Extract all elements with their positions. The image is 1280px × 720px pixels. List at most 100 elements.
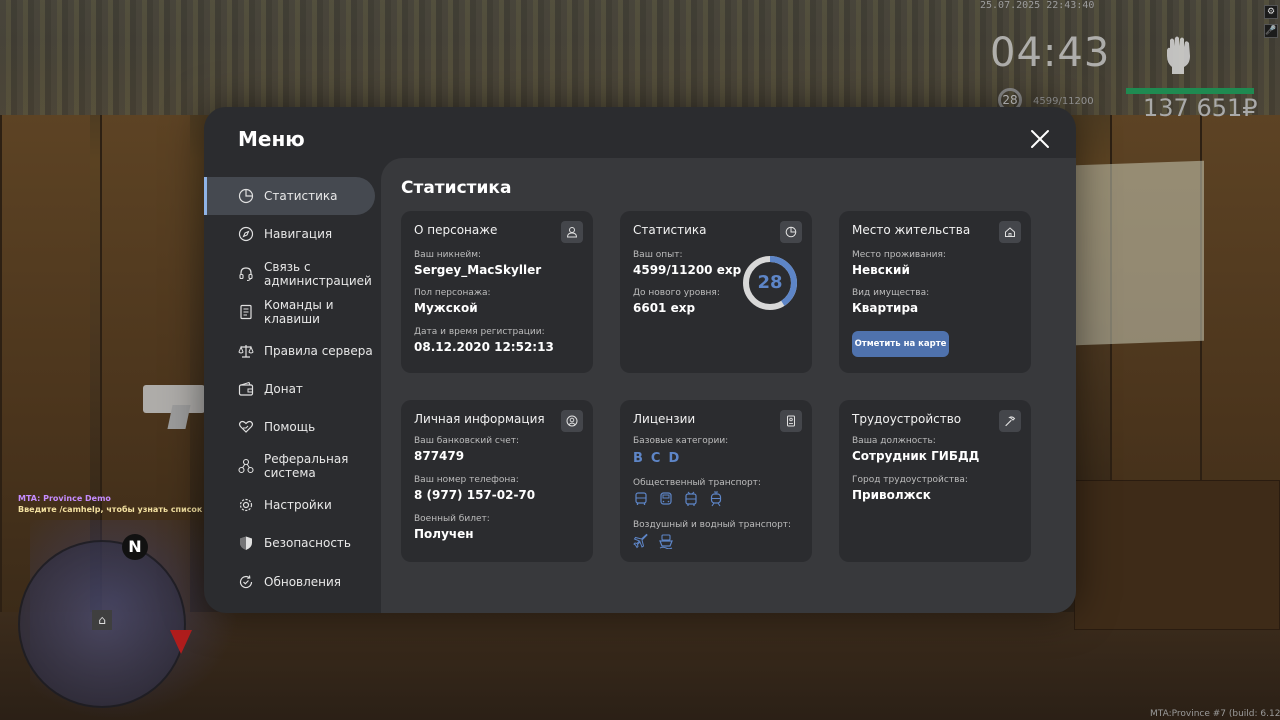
sidebar-item-label: Правила сервера: [264, 344, 373, 358]
sidebar-item-referral[interactable]: Реферальная система: [204, 447, 375, 485]
exp-value: 4599/11200 exp: [633, 263, 742, 277]
mic-icon[interactable]: 🎤: [1264, 24, 1278, 38]
position-value: Сотрудник ГИБДД: [852, 449, 980, 463]
gender-label: Пол персонажа:: [414, 288, 491, 298]
registration-label: Дата и время регистрации:: [414, 327, 545, 337]
level-number: 28: [757, 272, 783, 293]
next-level-label: До нового уровня:: [633, 288, 720, 298]
wooden-cabinet: [1074, 480, 1280, 630]
north-indicator: N: [122, 534, 148, 560]
sidebar-item-label: Обновления: [264, 575, 342, 589]
sidebar-item-label: Помощь: [264, 420, 316, 434]
employment-card: Трудоустройство Ваша должность: Сотрудни…: [839, 400, 1031, 562]
scales-icon: [238, 345, 254, 358]
gear-icon: [239, 498, 253, 512]
sidebar-item-navigation[interactable]: Навигация: [204, 215, 375, 253]
character-card: О персонаже Ваш никнейм: Sergey_MacSkyll…: [401, 211, 593, 373]
user-icon: [561, 221, 583, 243]
bank-label: Ваш банковский счет:: [414, 436, 520, 446]
sidebar-item-label: Безопасность: [264, 536, 351, 550]
stats-card: Статистика Ваш опыт: 4599/11200 exp До н…: [620, 211, 812, 373]
place-value: Невский: [852, 263, 910, 277]
air-water-icons: [633, 533, 674, 549]
wall-poster: [1076, 160, 1204, 346]
place-label: Место проживания:: [852, 250, 946, 260]
compass-icon: [238, 226, 254, 242]
sidebar-item-label: Команды и клавиши: [264, 298, 334, 326]
card-title: Трудоустройство: [852, 412, 962, 426]
military-label: Военный билет:: [414, 514, 490, 524]
card-title: Место жительства: [852, 223, 971, 237]
shield-icon: [240, 536, 252, 550]
bank-value: 877479: [414, 449, 465, 463]
sidebar-item-updates[interactable]: Обновления: [204, 563, 375, 601]
exp-label: Ваш опыт:: [633, 250, 683, 260]
content-panel: Статистика О персонаже Ваш никнейм: Serg…: [381, 158, 1076, 613]
sidebar-item-commands[interactable]: Команды и клавиши: [204, 293, 375, 331]
card-title: Статистика: [633, 223, 707, 237]
registration-value: 08.12.2020 12:52:13: [414, 340, 554, 354]
city-label: Город трудоустройства:: [852, 475, 968, 485]
license-categories: BCD: [633, 451, 687, 466]
sidebar-item-rules[interactable]: Правила сервера: [204, 332, 375, 370]
menu-title: Меню: [238, 127, 305, 151]
close-icon[interactable]: [1030, 129, 1050, 149]
build-info: MTA:Province #7 (build: 6.12415.0: [1150, 709, 1280, 719]
card-title: Личная информация: [414, 412, 545, 426]
hud-exp: 4599/11200: [1033, 96, 1094, 107]
hud-money: 137 651₽: [1143, 94, 1258, 122]
heart-hand-icon: [238, 420, 254, 433]
sidebar-item-statistics[interactable]: Статистика: [204, 177, 375, 215]
mark-on-map-button[interactable]: Отметить на карте: [852, 331, 949, 357]
boat-icon: [659, 534, 673, 549]
license-category: B: [633, 451, 643, 466]
pie-chart-icon: [238, 188, 254, 204]
sidebar-item-donate[interactable]: Донат: [204, 370, 375, 408]
minibus-icon: [660, 492, 672, 505]
menu-window: Меню Статистика Навигация Связь с админи…: [204, 107, 1076, 613]
id-card-icon: [780, 410, 802, 432]
air-water-label: Воздушный и водный транспорт:: [633, 520, 792, 530]
phone-label: Ваш номер телефона:: [414, 475, 519, 485]
base-categories-label: Базовые категории:: [633, 436, 729, 446]
property-value: Квартира: [852, 301, 919, 315]
bus-icon: [635, 492, 647, 505]
card-title: Лицензии: [633, 412, 696, 426]
user-circle-icon: [561, 410, 583, 432]
fist-icon: [1167, 36, 1190, 74]
personal-info-card: Личная информация Ваш банковский счет: 8…: [401, 400, 593, 562]
plane-icon: [633, 533, 648, 549]
home-icon: [999, 221, 1021, 243]
military-value: Получен: [414, 527, 474, 541]
phone-value: 8 (977) 157-02-70: [414, 488, 536, 502]
tool-icon[interactable]: ⚙: [1264, 5, 1278, 19]
sidebar-item-security[interactable]: Безопасность: [204, 524, 375, 562]
sidebar-item-settings[interactable]: Настройки: [204, 486, 375, 524]
licenses-card: Лицензии Базовые категории: BCD Обществе…: [620, 400, 812, 562]
hud-clock: 04:43: [990, 30, 1111, 76]
pie-chart-icon: [780, 221, 802, 243]
license-category: D: [668, 451, 680, 466]
sidebar-item-admin-contact[interactable]: Связь с администрацией: [204, 255, 375, 293]
refresh-check-icon: [239, 575, 253, 589]
public-transport-label: Общественный транспорт:: [633, 478, 761, 488]
sidebar-item-label: Статистика: [264, 189, 338, 203]
trolleybus-icon: [685, 491, 697, 506]
hud-datetime: 25.07.2025 22:43:40: [980, 0, 1095, 11]
public-transport-icons: [633, 491, 724, 507]
sidebar-item-help[interactable]: Помощь: [204, 408, 375, 446]
headset-icon: [239, 267, 253, 282]
house-icon: ⌂: [92, 610, 112, 630]
hammer-icon: [999, 410, 1021, 432]
license-category: C: [650, 451, 661, 466]
sidebar-item-label: Донат: [264, 382, 303, 396]
sidebar-item-label: Реферальная система: [264, 452, 349, 480]
document-icon: [240, 304, 252, 320]
wallet-icon: [238, 381, 254, 396]
residence-card: Место жительства Место проживания: Невск…: [839, 211, 1031, 373]
gender-value: Мужской: [414, 301, 478, 315]
sidebar-item-label: Связь с администрацией: [264, 260, 372, 288]
sidebar-item-label: Навигация: [264, 227, 333, 241]
city-value: Приволжск: [852, 488, 931, 502]
player-arrow-icon: [170, 630, 192, 654]
